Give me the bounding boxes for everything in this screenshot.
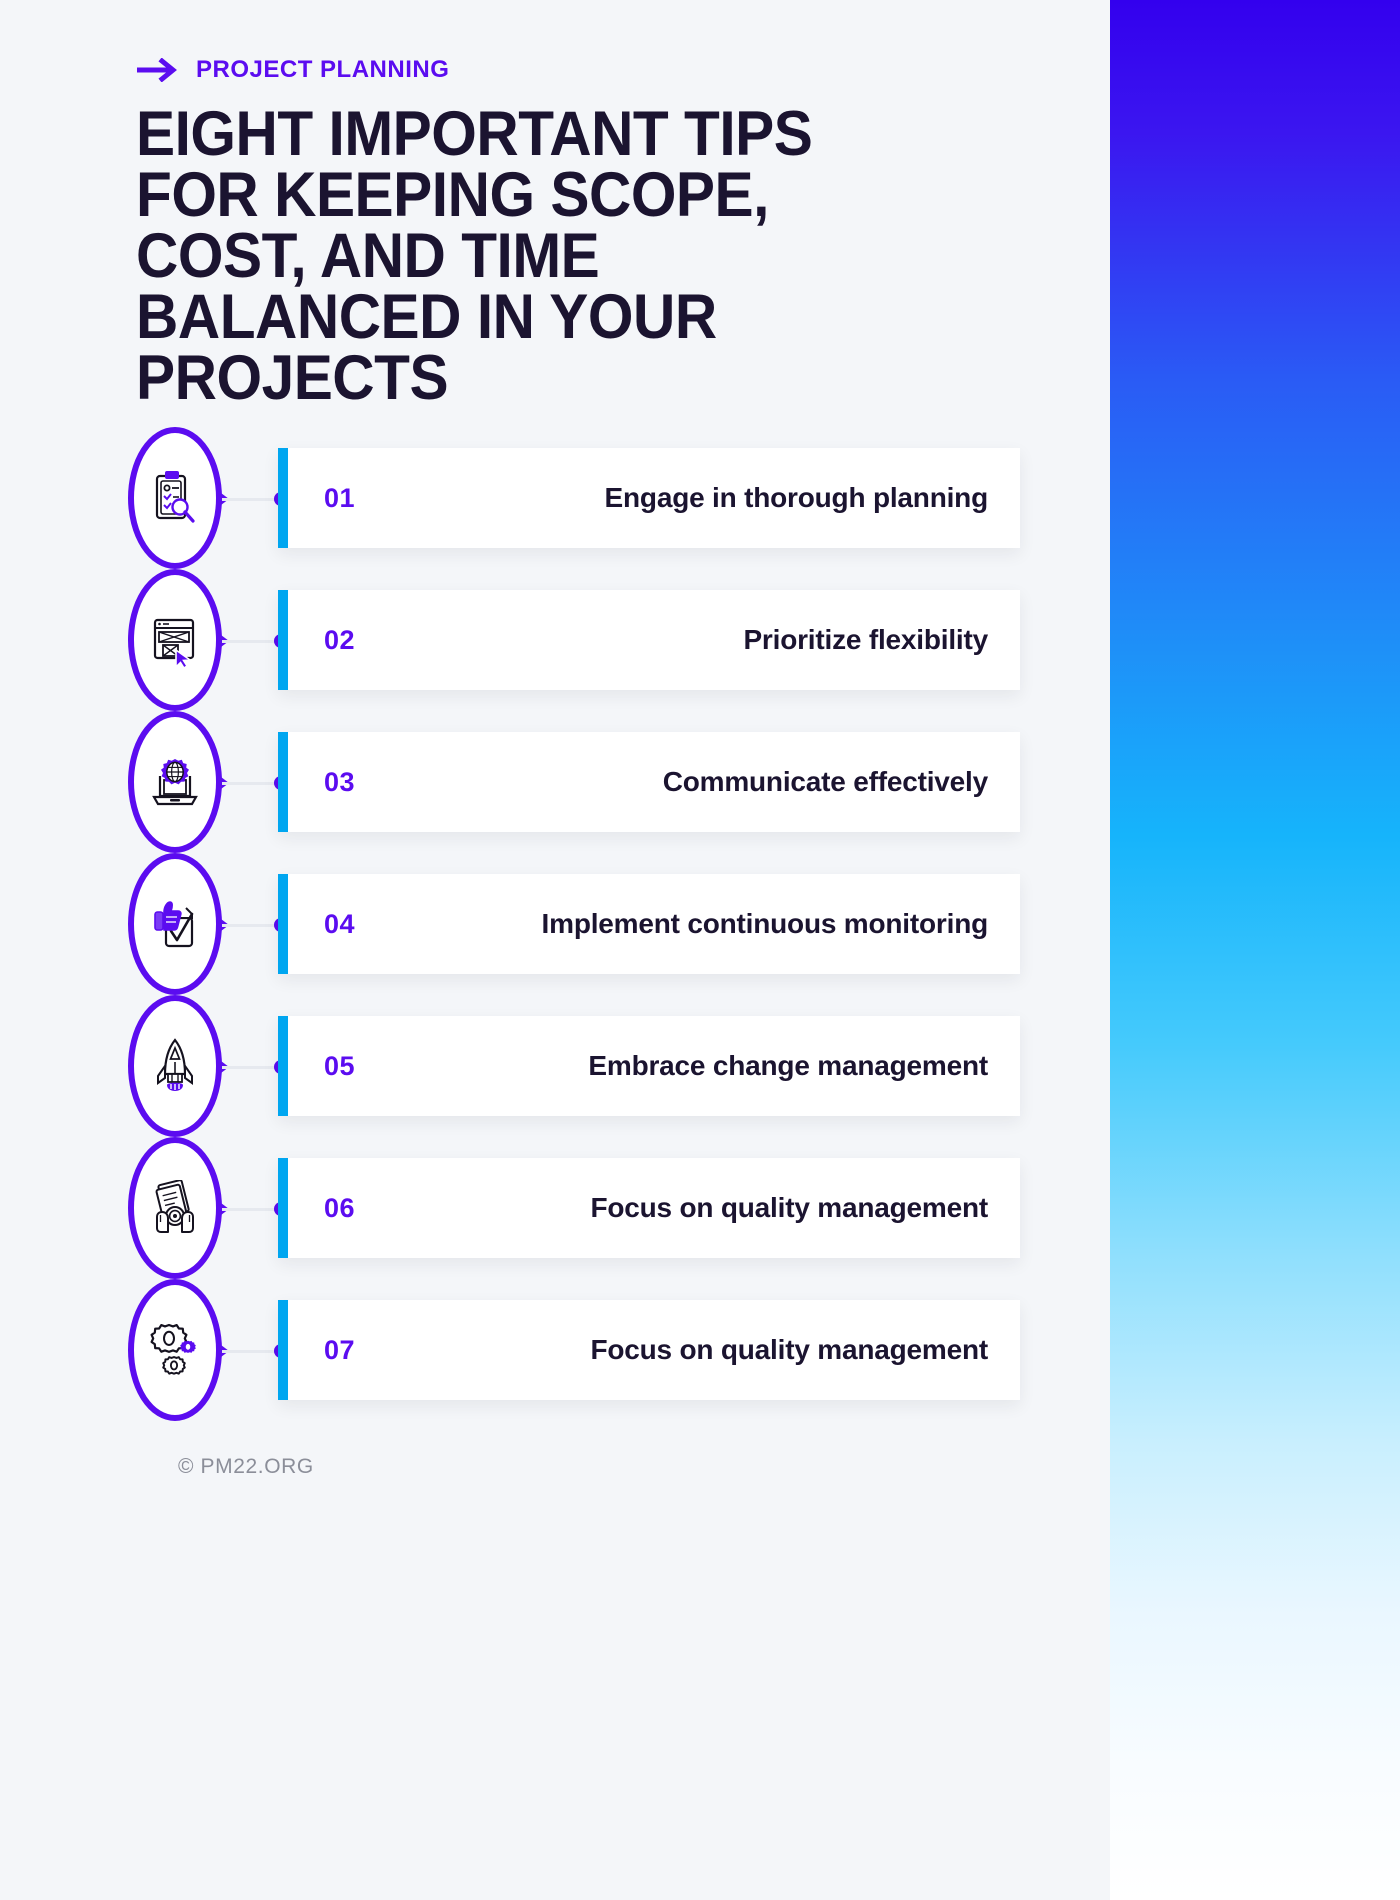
tip-text: Focus on quality management	[590, 1334, 988, 1365]
tip-number: 07	[324, 1334, 356, 1365]
tip-number: 06	[324, 1192, 356, 1223]
icon-card-link	[222, 498, 280, 501]
tip-number: 02	[324, 624, 356, 655]
infographic-page: PROJECT PLANNING EIGHT IMPORTANT TIPS FO…	[0, 0, 1110, 1900]
laptop-globe-gear-icon	[150, 754, 200, 810]
tip-icon-badge[interactable]	[127, 426, 229, 570]
tip-icon-badge[interactable]	[127, 1136, 229, 1280]
tip-text: Focus on quality management	[590, 1192, 988, 1223]
tip-text: Embrace change management	[588, 1050, 988, 1081]
browser-cursor-icon	[150, 612, 200, 670]
tip-card[interactable]: 04 Implement continuous monitoring	[278, 874, 1020, 974]
tip-number: 03	[324, 766, 356, 797]
title-line: PROJECTS	[136, 343, 449, 413]
tip-card-accent-bar	[278, 1158, 288, 1258]
eyebrow: PROJECT PLANNING	[136, 56, 449, 84]
thumbs-up-checklist-icon	[150, 896, 200, 952]
arrow-right-icon	[136, 58, 180, 82]
title-line: BALANCED IN YOUR	[136, 282, 717, 352]
tip-card[interactable]: 07 Focus on quality management	[278, 1300, 1020, 1400]
eyebrow-label: PROJECT PLANNING	[196, 56, 450, 83]
tip-card-accent-bar	[278, 1300, 288, 1400]
tip-card-accent-bar	[278, 732, 288, 832]
gradient-accent-strip	[1110, 0, 1400, 1900]
tip-text: Prioritize flexibility	[743, 624, 988, 655]
tip-card-accent-bar	[278, 590, 288, 690]
tips-list: 01 Engage in thorough planning 02 Priori…	[0, 427, 1110, 1442]
icon-card-link	[222, 1350, 280, 1353]
icon-card-link	[222, 1066, 280, 1069]
tip-card-accent-bar	[278, 1016, 288, 1116]
tip-icon-badge[interactable]	[127, 994, 229, 1138]
icon-card-link	[222, 924, 280, 927]
tip-card[interactable]: 03 Communicate effectively	[278, 732, 1020, 832]
gears-icon	[150, 1322, 200, 1378]
tip-card[interactable]: 02 Prioritize flexibility	[278, 590, 1020, 690]
tip-card[interactable]: 06 Focus on quality management	[278, 1158, 1020, 1258]
tip-icon-badge[interactable]	[127, 852, 229, 996]
tip-row[interactable]: 07 Focus on quality management	[0, 1279, 1110, 1442]
tip-text: Communicate effectively	[662, 766, 988, 797]
tip-number: 04	[324, 908, 356, 939]
title-line: COST, AND TIME	[136, 221, 600, 291]
tip-text: Implement continuous monitoring	[541, 908, 989, 939]
hands-documents-target-icon	[150, 1179, 200, 1236]
icon-card-link	[222, 782, 280, 785]
tip-card[interactable]: 05 Embrace change management	[278, 1016, 1020, 1116]
tip-card[interactable]: 01 Engage in thorough planning	[278, 448, 1020, 548]
icon-card-link	[222, 640, 280, 643]
icon-card-link	[222, 1208, 280, 1211]
tip-card-accent-bar	[278, 448, 288, 548]
footer-copyright: © PM22.ORG	[178, 1455, 314, 1478]
title-line: EIGHT IMPORTANT TIPS	[136, 99, 813, 169]
tip-icon-badge[interactable]	[127, 568, 229, 712]
tip-icon-badge[interactable]	[127, 710, 229, 854]
tip-card-accent-bar	[278, 874, 288, 974]
title-line: FOR KEEPING SCOPE,	[136, 160, 769, 230]
tip-number: 01	[324, 482, 356, 513]
tip-number: 05	[324, 1050, 356, 1081]
tip-icon-badge[interactable]	[127, 1278, 229, 1422]
page-title: EIGHT IMPORTANT TIPS FOR KEEPING SCOPE, …	[136, 99, 813, 413]
tip-text: Engage in thorough planning	[604, 482, 989, 513]
rocket-icon	[150, 1038, 200, 1094]
clipboard-search-icon	[150, 470, 200, 526]
